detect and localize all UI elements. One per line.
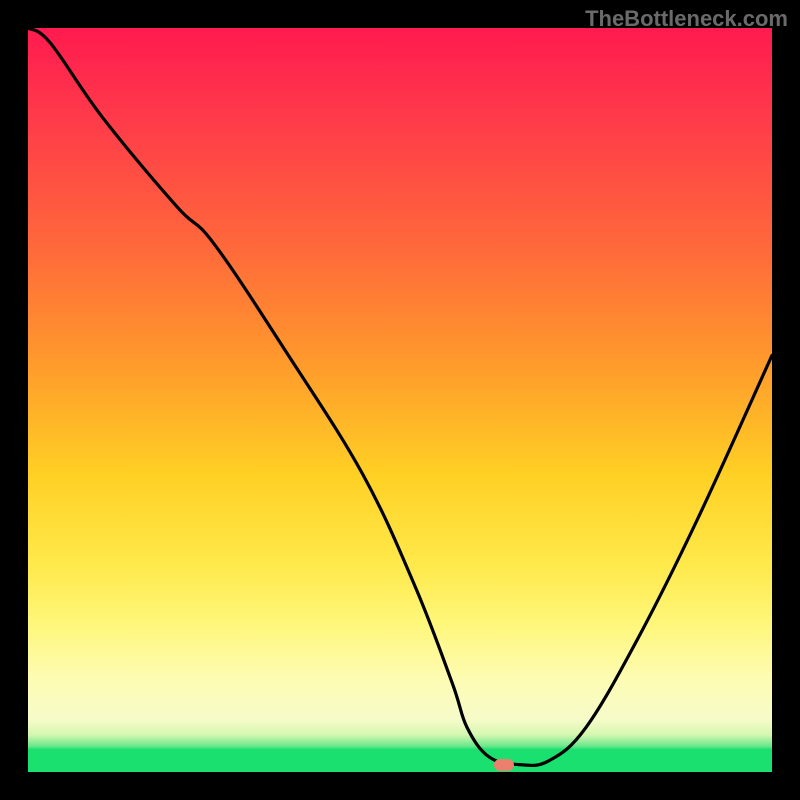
chart-frame: TheBottleneck.com [0,0,800,800]
bottleneck-curve-path [28,28,772,765]
watermark-text: TheBottleneck.com [585,6,788,32]
bottleneck-curve [28,28,772,772]
plot-area [28,28,772,772]
optimal-point-marker [494,759,514,771]
